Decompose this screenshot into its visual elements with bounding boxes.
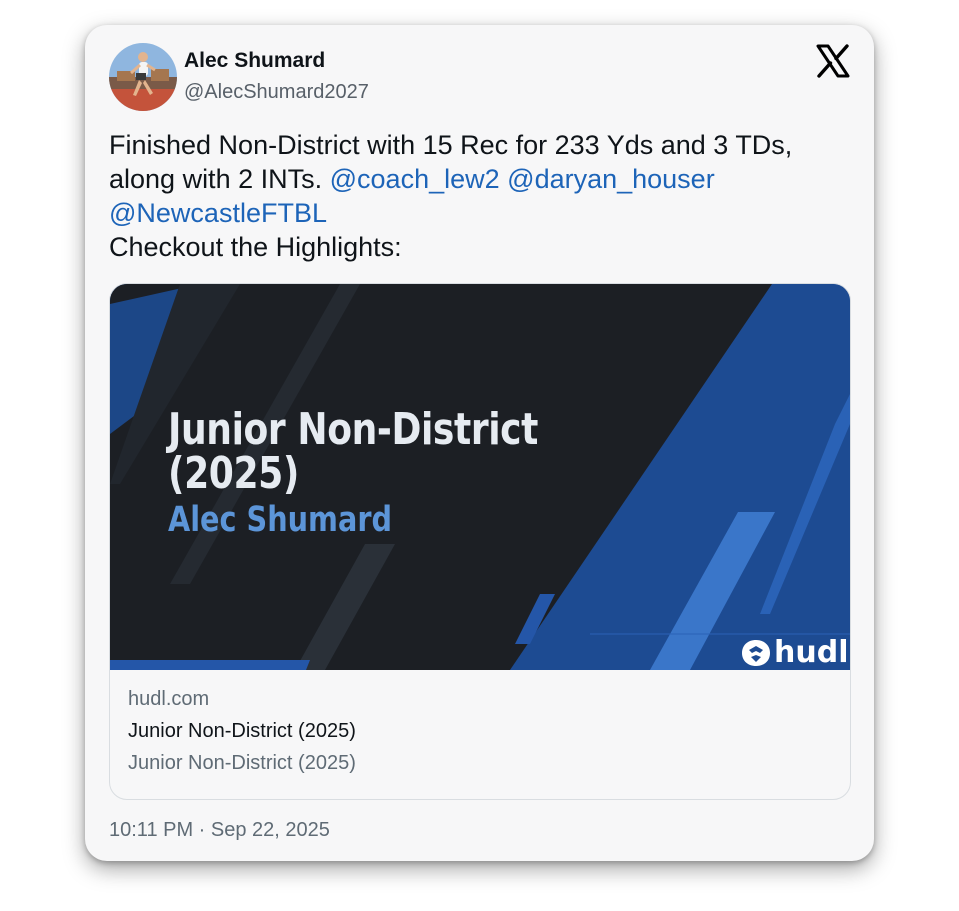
hudl-logo-text: hudl (774, 635, 849, 670)
tweet-text-line: along with 2 INTs. @coach_lew2 @daryan_h… (109, 162, 849, 196)
mention-link[interactable]: @daryan_houser (507, 164, 715, 194)
tweet-text-line: @NewcastleFTBL (109, 196, 849, 230)
mention-link[interactable]: @coach_lew2 (330, 164, 500, 194)
thumbnail-title: Junior Non-District (2025) (168, 408, 545, 496)
link-thumbnail[interactable]: Junior Non-District (2025) Alec Shumard … (110, 284, 850, 670)
tweet-timestamp[interactable]: 10:11 PM · Sep 22, 2025 (109, 819, 330, 842)
tweet-text-segment: along with 2 INTs. (109, 164, 323, 194)
thumbnail-title-text: Junior Non-District (2025) (168, 404, 538, 499)
tweet-card: Alec Shumard @AlecShumard2027 Finished N… (85, 25, 874, 861)
avatar[interactable] (109, 43, 177, 111)
link-preview-card[interactable]: Junior Non-District (2025) Alec Shumard … (109, 283, 851, 800)
tweet-text-line: Checkout the Highlights: (109, 232, 402, 262)
link-card-info: hudl.com Junior Non-District (2025) Juni… (128, 688, 828, 784)
link-title: Junior Non-District (2025) (128, 720, 356, 742)
x-logo-icon[interactable] (815, 43, 851, 79)
tweet-text: Finished Non-District with 15 Rec for 23… (109, 128, 849, 264)
thumbnail-subtitle: Alec Shumard (168, 500, 393, 540)
link-domain: hudl.com (128, 688, 210, 710)
mention-link[interactable]: @NewcastleFTBL (109, 198, 327, 228)
link-description: Junior Non-District (2025) (128, 752, 356, 774)
tweet-text-line: Finished Non-District with 15 Rec for 23… (109, 130, 793, 160)
author-name[interactable]: Alec Shumard (184, 49, 325, 73)
author-handle[interactable]: @AlecShumard2027 (184, 81, 369, 104)
hudl-logo-icon (742, 640, 770, 666)
hudl-logo: hudl (740, 638, 848, 668)
